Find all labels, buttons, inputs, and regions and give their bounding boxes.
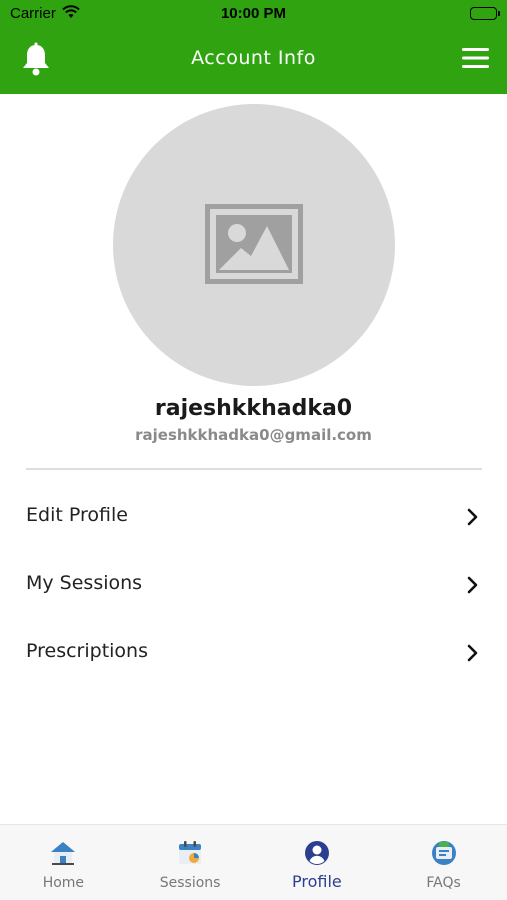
status-time: 10:00 PM	[220, 5, 287, 22]
home-icon	[51, 842, 76, 865]
menu-item-label: Edit Profile	[26, 504, 128, 526]
edit-profile-row[interactable]: Edit Profile	[0, 482, 507, 550]
faq-icon	[431, 841, 456, 865]
tab-label: Home	[42, 875, 85, 891]
calendar-icon	[179, 841, 202, 864]
divider	[26, 468, 482, 470]
profile-email: rajeshkkhadka0@gmail.com	[135, 426, 372, 444]
chevron-right-icon	[467, 644, 478, 662]
menu-button[interactable]	[461, 46, 493, 74]
account-menu-list: Edit Profile My Sessions Prescriptions	[0, 482, 507, 686]
bottom-tab-bar: Home Sessions Profile FAQs	[0, 824, 507, 900]
hamburger-menu-icon	[462, 48, 489, 68]
prescriptions-row[interactable]: Prescriptions	[0, 618, 507, 686]
chevron-right-icon	[467, 508, 478, 526]
image-placeholder-icon	[205, 204, 303, 284]
tab-faqs[interactable]: FAQs	[380, 825, 507, 900]
app-header: Account Info	[0, 28, 507, 94]
avatar[interactable]	[113, 104, 395, 386]
my-sessions-row[interactable]: My Sessions	[0, 550, 507, 618]
status-bar: Carrier 10:00 PM	[0, 0, 507, 28]
battery-icon	[470, 7, 500, 20]
menu-item-label: Prescriptions	[26, 640, 148, 662]
page-title: Account Info	[191, 47, 316, 69]
tab-profile[interactable]: Profile	[254, 825, 381, 900]
chevron-right-icon	[467, 576, 478, 594]
tab-label: Profile	[292, 872, 342, 891]
profile-icon	[304, 841, 329, 865]
tab-label: Sessions	[159, 875, 221, 891]
tab-home[interactable]: Home	[0, 825, 127, 900]
menu-item-label: My Sessions	[26, 572, 143, 594]
tab-sessions[interactable]: Sessions	[127, 825, 254, 900]
profile-username: rajeshkkhadka0	[154, 396, 353, 421]
tab-label: FAQs	[426, 875, 461, 891]
